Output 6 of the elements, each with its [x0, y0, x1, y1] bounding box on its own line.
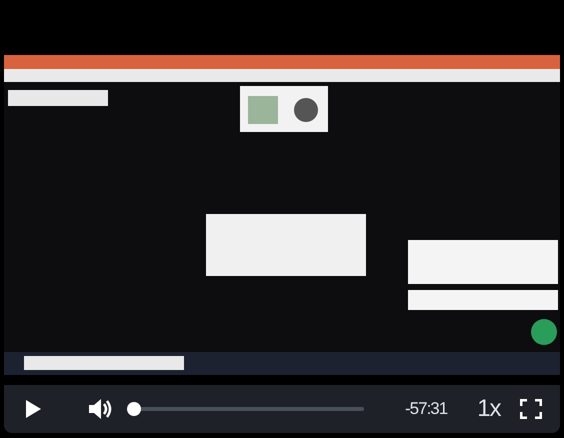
fullscreen-button[interactable] [520, 399, 542, 419]
speed-button[interactable]: 1x [477, 391, 501, 427]
time-remaining: -57:31 [405, 398, 448, 420]
volume-button[interactable] [88, 397, 114, 421]
progress-thumb[interactable] [127, 402, 141, 416]
play-button[interactable] [24, 399, 42, 419]
